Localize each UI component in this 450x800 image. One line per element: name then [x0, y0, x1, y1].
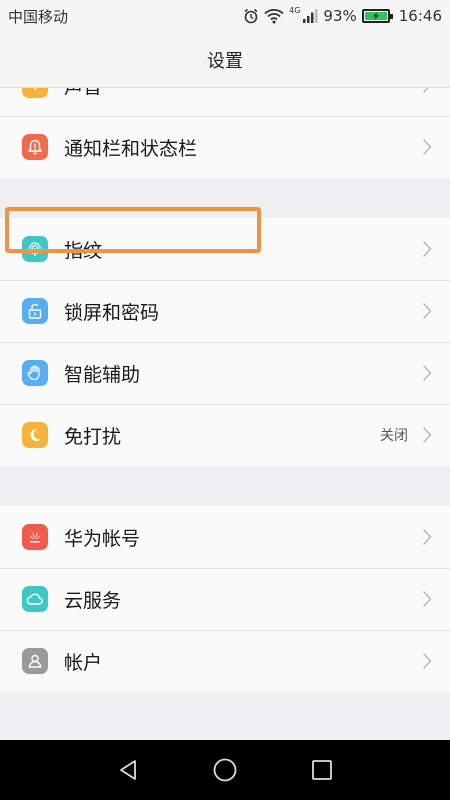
settings-item-smart-assistance[interactable]: 智能辅助 — [0, 342, 450, 404]
signal-icon — [302, 8, 318, 24]
settings-item-label: 通知栏和状态栏 — [64, 137, 198, 160]
chevron-right-icon — [422, 88, 429, 94]
battery-percent: 93% — [323, 7, 357, 25]
chevron-right-icon — [422, 590, 432, 608]
settings-item-sound[interactable]: 声音 — [0, 88, 450, 116]
settings-group-notifications: 声音 通知栏和状态栏 — [0, 88, 450, 178]
status-bar: 中国移动 4G 93% 16:46 — [0, 0, 450, 32]
home-button[interactable] — [210, 755, 240, 785]
chevron-right-icon — [422, 138, 432, 156]
settings-item-label: 云服务 — [64, 589, 122, 612]
alarm-icon — [243, 8, 259, 24]
back-triangle-icon — [120, 760, 137, 780]
network-type-label: 4G — [289, 5, 301, 15]
settings-item-do-not-disturb[interactable]: 免打扰 关闭 — [0, 404, 450, 466]
settings-group-security: 指纹 锁屏和密码 智能辅助 免打扰 关闭 — [0, 218, 450, 466]
speaker-icon — [22, 88, 48, 98]
settings-group-accounts: 华为帐号 云服务 帐户 — [0, 506, 450, 692]
settings-item-fingerprint[interactable]: 指纹 — [0, 218, 450, 280]
settings-item-label: 帐户 — [64, 651, 103, 674]
bell-icon — [22, 134, 48, 160]
chevron-right-icon — [422, 652, 432, 670]
carrier-name: 中国移动 — [8, 7, 69, 26]
chevron-right-icon — [422, 240, 432, 258]
status-icons: 4G 93% 16:46 — [243, 5, 442, 25]
group-separator — [0, 466, 450, 506]
settings-item-label: 锁屏和密码 — [64, 301, 160, 324]
chevron-right-icon — [422, 528, 432, 546]
back-button[interactable] — [113, 755, 143, 785]
moon-icon — [22, 422, 48, 448]
settings-item-label: 免打扰 — [64, 425, 122, 448]
group-separator — [0, 178, 450, 218]
page-title: 设置 — [207, 50, 243, 72]
battery-icon — [361, 9, 393, 23]
person-icon — [22, 648, 48, 674]
title-bar: 设置 — [0, 32, 450, 88]
settings-list[interactable]: 声音 通知栏和状态栏 指纹 锁屏和密码 — [0, 88, 450, 740]
settings-item-notification-status-bar[interactable]: 通知栏和状态栏 — [0, 116, 450, 178]
wifi-icon — [264, 8, 284, 24]
chevron-right-icon — [422, 302, 432, 320]
settings-item-accounts[interactable]: 帐户 — [0, 630, 450, 692]
recent-square-icon — [311, 760, 332, 780]
settings-item-huawei-account[interactable]: 华为帐号 — [0, 506, 450, 568]
recent-apps-button[interactable] — [307, 755, 337, 785]
settings-item-value: 关闭 — [380, 428, 408, 444]
settings-item-label: 声音 — [64, 88, 422, 99]
hand-icon — [22, 360, 48, 386]
settings-item-cloud-service[interactable]: 云服务 — [0, 568, 450, 630]
lock-icon — [22, 298, 48, 324]
clock-time: 16:46 — [398, 7, 442, 25]
home-circle-icon — [213, 758, 237, 782]
chevron-right-icon — [422, 364, 432, 382]
settings-item-label: 指纹 — [64, 239, 103, 262]
navigation-bar — [0, 740, 450, 800]
group-separator — [0, 692, 450, 732]
cloud-icon — [22, 586, 48, 612]
fingerprint-icon — [22, 236, 48, 262]
settings-item-lock-screen-password[interactable]: 锁屏和密码 — [0, 280, 450, 342]
settings-item-label: 智能辅助 — [64, 363, 141, 386]
chevron-right-icon — [422, 426, 432, 444]
huawei-logo-icon — [22, 524, 48, 550]
settings-item-label: 华为帐号 — [64, 527, 141, 550]
